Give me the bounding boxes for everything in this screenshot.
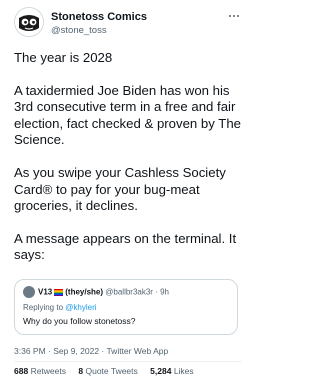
tweet-paragraph: As you swipe your Cashless Society Card®… xyxy=(14,164,226,214)
author-handle[interactable]: @stone_toss xyxy=(51,25,107,36)
quoted-author-name: V13 xyxy=(38,287,53,297)
retweets-count: 688 xyxy=(14,366,29,376)
quote-tweets-count: 8 xyxy=(78,366,84,376)
quoted-tweet-time: · 9h xyxy=(155,287,169,297)
tweet-paragraph: The year is 2028 xyxy=(14,50,113,65)
retweets-stat[interactable]: 688 Retweets xyxy=(14,366,66,376)
quoted-tweet-text: Why do you follow stonetoss? xyxy=(23,316,136,326)
tweet-view: Stonetoss Comics @stone_toss The year is… xyxy=(0,0,254,384)
replying-handle-link[interactable]: @khyleri xyxy=(65,303,96,312)
replying-to: Replying to @khyleri xyxy=(23,303,97,312)
quoted-author-avatar xyxy=(23,286,35,298)
tweet-paragraph: A taxidermied Joe Biden has won his 3rd … xyxy=(14,82,242,148)
quoted-tweet-header: V13 (they/she) @ballbr3ak3r · 9h xyxy=(23,286,169,298)
author-name[interactable]: Stonetoss Comics xyxy=(51,11,147,23)
cartoon-face-avatar-icon xyxy=(15,8,43,36)
tweet-paragraph: A message appears on the terminal. It sa… xyxy=(14,230,237,263)
replying-prefix: Replying to xyxy=(23,303,64,312)
retweets-label: Retweets xyxy=(30,366,66,376)
quote-tweets-label: Quote Tweets xyxy=(85,366,138,376)
tweet-text: The year is 2028 A taxidermied Joe Biden… xyxy=(14,50,242,280)
quoted-tweet-card[interactable]: V13 (they/she) @ballbr3ak3r · 9h Replying… xyxy=(14,279,238,335)
tweet-header: Stonetoss Comics @stone_toss xyxy=(14,7,242,39)
author-avatar[interactable] xyxy=(14,7,44,37)
rainbow-flag-icon xyxy=(54,288,64,296)
likes-label: Likes xyxy=(173,366,194,376)
quoted-author-handle: @ballbr3ak3r xyxy=(105,287,153,297)
likes-stat[interactable]: 5,284 Likes xyxy=(150,366,194,376)
more-options-icon[interactable] xyxy=(228,11,240,21)
tweet-timestamp[interactable]: 3:36 PM · Sep 9, 2022 · Twitter Web App xyxy=(14,346,168,356)
divider xyxy=(14,361,242,362)
likes-count: 5,284 xyxy=(150,366,172,376)
quoted-author-pronouns: (they/she) xyxy=(65,287,104,297)
tweet-stats: 688 Retweets 8 Quote Tweets 5,284 Likes xyxy=(14,366,204,376)
quote-tweets-stat[interactable]: 8 Quote Tweets xyxy=(78,366,137,376)
